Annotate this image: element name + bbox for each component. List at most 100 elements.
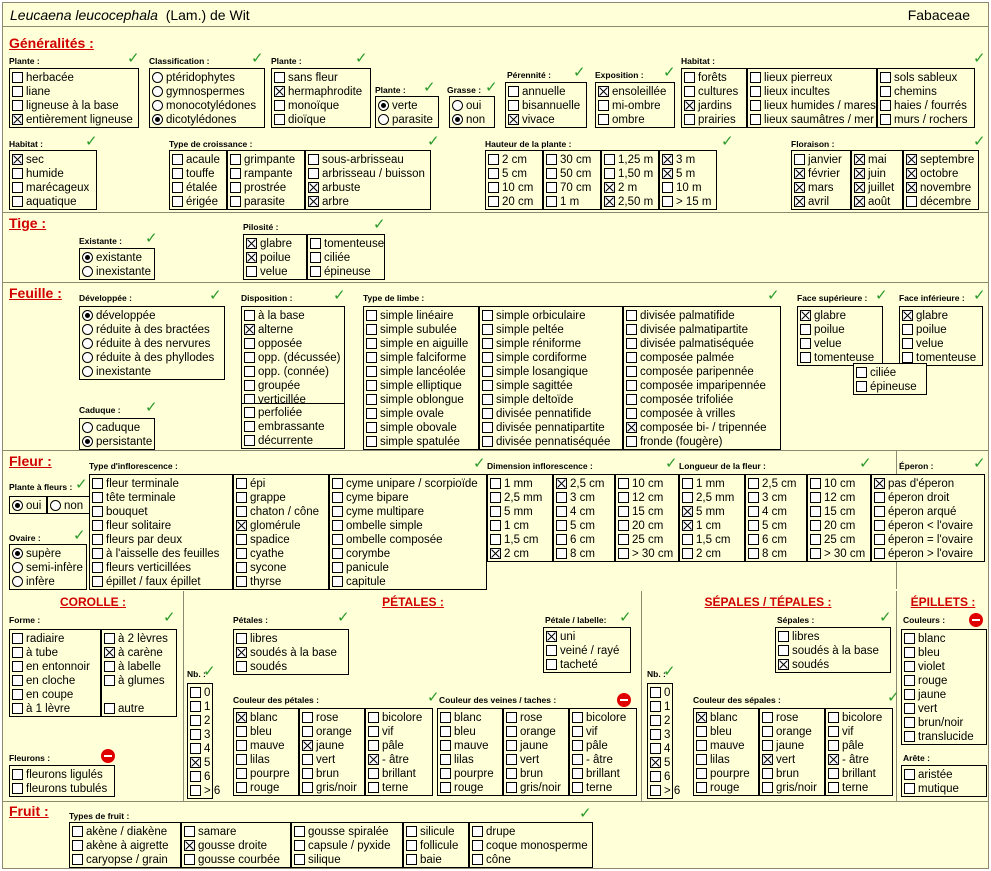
checkbox-empty-icon[interactable] <box>810 520 821 531</box>
checkbox-option[interactable]: terne <box>827 781 868 795</box>
checkbox-checked-icon[interactable] <box>650 757 661 768</box>
checkbox-option[interactable]: 1,50 m <box>603 167 653 181</box>
checkbox-option[interactable]: coque monosperme <box>471 839 588 853</box>
checkbox-checked-icon[interactable] <box>190 757 201 768</box>
checkbox-option[interactable]: bleu <box>695 725 732 739</box>
checkbox-empty-icon[interactable] <box>274 100 285 111</box>
checkbox-empty-icon[interactable] <box>506 782 517 793</box>
checkbox-option[interactable]: brun/noir <box>903 716 963 730</box>
checkbox-empty-icon[interactable] <box>762 782 773 793</box>
checkbox-checked-icon[interactable] <box>12 154 23 165</box>
radio-empty-icon[interactable] <box>82 324 93 335</box>
checkbox-option[interactable]: éperon < l'ovaire <box>873 519 973 533</box>
checkbox-empty-icon[interactable] <box>618 548 629 559</box>
checkbox-empty-icon[interactable] <box>92 506 103 517</box>
checkbox-empty-icon[interactable] <box>904 731 915 742</box>
checkbox-empty-icon[interactable] <box>556 534 567 545</box>
checkbox-empty-icon[interactable] <box>368 712 379 723</box>
checkbox-option[interactable]: vif <box>367 725 394 739</box>
checkbox-option[interactable]: 3 cm <box>747 491 787 505</box>
checkbox-option[interactable]: cyme unipare / scorpioïde <box>331 477 478 491</box>
checkbox-empty-icon[interactable] <box>490 506 501 517</box>
checkbox-empty-icon[interactable] <box>366 338 377 349</box>
radio-empty-icon[interactable] <box>12 576 23 587</box>
checkbox-option[interactable]: 0 <box>189 686 210 700</box>
checkbox-empty-icon[interactable] <box>904 717 915 728</box>
checkbox-empty-icon[interactable] <box>506 740 517 751</box>
checkbox-empty-icon[interactable] <box>72 826 83 837</box>
checkbox-option[interactable]: simple ovale <box>365 407 444 421</box>
radio-option[interactable]: inexistante <box>81 365 151 379</box>
checkbox-empty-icon[interactable] <box>310 238 321 249</box>
checkbox-checked-icon[interactable] <box>508 114 519 125</box>
checkbox-option[interactable]: prostrée <box>229 181 286 195</box>
checkbox-option[interactable]: mauve <box>695 739 745 753</box>
checkbox-option[interactable]: ligneuse à la base <box>11 99 119 113</box>
checkbox-checked-icon[interactable] <box>104 647 115 658</box>
checkbox-checked-icon[interactable] <box>598 86 609 97</box>
checkbox-option[interactable]: dioïque <box>273 113 326 127</box>
checkbox-option[interactable]: mai <box>853 153 887 167</box>
checkbox-empty-icon[interactable] <box>332 520 343 531</box>
radio-option[interactable]: caduque <box>81 421 140 435</box>
checkbox-option[interactable]: avril <box>793 195 829 209</box>
checkbox-option[interactable]: rose <box>761 711 798 725</box>
checkbox-checked-icon[interactable] <box>546 631 557 642</box>
checkbox-option[interactable]: orange <box>505 725 556 739</box>
checkbox-option[interactable]: érigée <box>171 195 218 209</box>
checkbox-empty-icon[interactable] <box>190 715 201 726</box>
checkbox-option[interactable]: rouge <box>695 781 739 795</box>
checkbox-empty-icon[interactable] <box>696 768 707 779</box>
checkbox-empty-icon[interactable] <box>236 726 247 737</box>
checkbox-option[interactable]: bisannuelle <box>507 99 580 113</box>
checkbox-option[interactable]: glabre <box>901 309 948 323</box>
checkbox-option[interactable]: 6 <box>649 770 670 784</box>
checkbox-empty-icon[interactable] <box>598 114 609 125</box>
radio-option[interactable]: supère <box>11 547 61 561</box>
checkbox-empty-icon[interactable] <box>440 754 451 765</box>
checkbox-option[interactable]: samare <box>183 825 236 839</box>
checkbox-option[interactable]: arbrisseau / buisson <box>307 167 425 181</box>
checkbox-option[interactable]: brillant <box>571 767 620 781</box>
checkbox-empty-icon[interactable] <box>556 492 567 503</box>
checkbox-empty-icon[interactable] <box>244 310 255 321</box>
checkbox-option[interactable]: gris/noir <box>761 781 817 795</box>
checkbox-empty-icon[interactable] <box>904 675 915 686</box>
checkbox-option[interactable]: marécageux <box>11 181 89 195</box>
checkbox-empty-icon[interactable] <box>230 154 241 165</box>
checkbox-empty-icon[interactable] <box>92 576 103 587</box>
checkbox-empty-icon[interactable] <box>366 408 377 419</box>
checkbox-option[interactable]: août <box>853 195 890 209</box>
checkbox-option[interactable]: 1 mm <box>489 477 533 491</box>
checkbox-option[interactable]: simple linéaire <box>365 309 454 323</box>
checkbox-option[interactable]: 10 cm <box>809 477 855 491</box>
checkbox-empty-icon[interactable] <box>472 840 483 851</box>
checkbox-option[interactable]: 5 m <box>661 167 695 181</box>
checkbox-option[interactable]: 10 cm <box>487 181 533 195</box>
checkbox-option[interactable]: perfoliée <box>243 406 302 420</box>
checkbox-option[interactable]: pâle <box>571 739 608 753</box>
checkbox-option[interactable]: terne <box>571 781 612 795</box>
checkbox-option[interactable]: lieux humides / mares <box>749 99 876 113</box>
checkbox-option[interactable]: mi-ombre <box>597 99 661 113</box>
checkbox-empty-icon[interactable] <box>366 366 377 377</box>
checkbox-empty-icon[interactable] <box>332 576 343 587</box>
checkbox-option[interactable]: sols sableux <box>879 71 957 85</box>
checkbox-option[interactable]: 12 cm <box>809 491 855 505</box>
checkbox-option[interactable]: fronde (fougère) <box>625 435 722 449</box>
checkbox-empty-icon[interactable] <box>904 633 915 644</box>
checkbox-option[interactable]: décurrente <box>243 434 313 448</box>
checkbox-empty-icon[interactable] <box>874 506 885 517</box>
checkbox-empty-icon[interactable] <box>682 548 693 559</box>
radio-selected-icon[interactable] <box>452 114 463 125</box>
checkbox-option[interactable]: acaule <box>171 153 220 167</box>
checkbox-option[interactable]: cône <box>471 853 511 867</box>
checkbox-option[interactable]: 3 <box>649 728 670 742</box>
checkbox-empty-icon[interactable] <box>572 726 583 737</box>
checkbox-option[interactable]: à la base <box>243 309 305 323</box>
checkbox-option[interactable]: octobre <box>905 167 958 181</box>
checkbox-empty-icon[interactable] <box>546 645 557 656</box>
checkbox-empty-icon[interactable] <box>810 548 821 559</box>
checkbox-checked-icon[interactable] <box>626 422 637 433</box>
checkbox-empty-icon[interactable] <box>572 782 583 793</box>
